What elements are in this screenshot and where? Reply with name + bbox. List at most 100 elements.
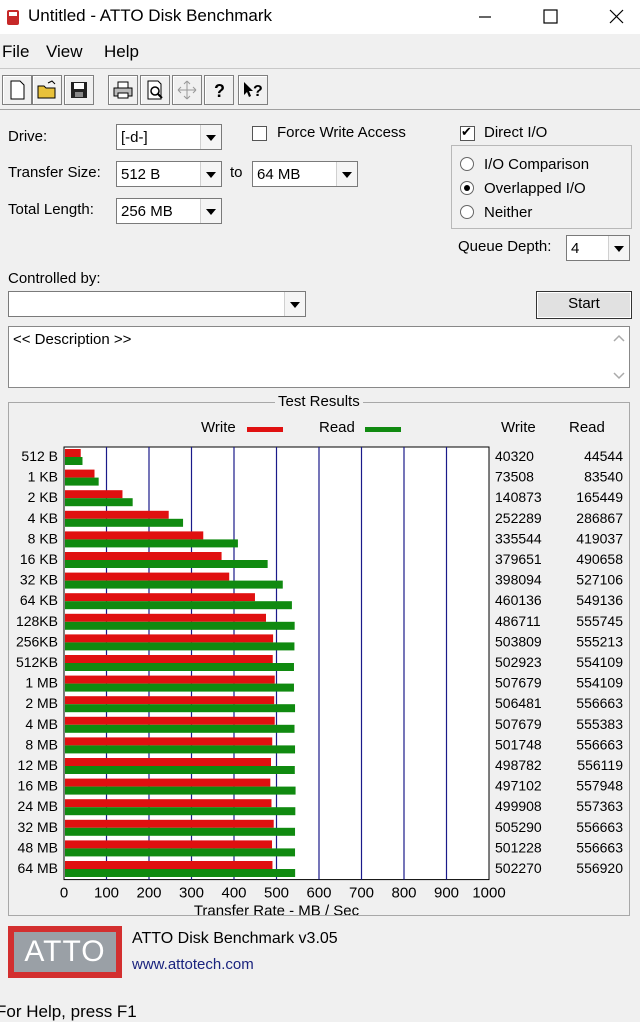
y-tick-label: 4 MB [25,716,58,732]
start-button[interactable]: Start [536,291,632,319]
write-value: 499908 [495,798,542,814]
write-value: 502923 [495,654,542,670]
maximize-icon [543,9,558,24]
read-value: 490658 [576,551,623,567]
read-value: 83540 [584,469,623,485]
y-tick-label: 64 MB [18,860,58,876]
y-tick-label: 1 KB [28,469,58,485]
read-value: 555383 [576,716,623,732]
read-value: 286867 [576,510,623,526]
y-tick-label: 2 MB [25,695,58,711]
y-tick-label: 16 MB [18,778,58,794]
save-button[interactable] [64,75,94,105]
minimize-icon [479,16,491,18]
queue-depth-select[interactable]: 4 [566,235,630,261]
read-bar [65,642,295,651]
force-write-checkbox[interactable] [252,126,267,141]
neither-label: Neither [484,204,533,221]
write-value: 503809 [495,633,542,649]
maximize-button[interactable] [525,0,575,34]
print-preview-button[interactable] [140,75,170,105]
read-value: 554109 [576,675,623,691]
chevron-down-icon [336,162,357,186]
status-text: For Help, press F1 [0,1002,137,1021]
write-bar [65,552,222,560]
drive-label: Drive: [8,128,48,145]
direct-io-checkbox[interactable] [460,124,475,141]
svg-text:?: ? [214,81,225,101]
write-value: 498782 [495,757,542,773]
menu-help[interactable]: Help [104,42,139,62]
write-value: 501228 [495,839,542,855]
y-tick-label: 256KB [16,633,58,649]
controlled-by-select[interactable] [8,291,306,317]
write-bar [65,531,204,540]
write-value: 506481 [495,695,542,711]
y-tick-label: 512 B [21,448,58,464]
menu-file[interactable]: File [2,42,29,62]
new-file-icon [10,80,25,100]
write-bar [65,655,273,663]
write-value: 501748 [495,736,542,752]
to-label: to [230,164,243,181]
total-length-select[interactable]: 256 MB [116,198,222,224]
read-value: 527106 [576,572,623,588]
help-button[interactable]: ? [204,75,234,105]
read-value: 44544 [584,448,623,464]
y-tick-label: 16 KB [20,551,58,567]
transfer-size-from-select[interactable]: 512 B [116,161,222,187]
write-value: 505290 [495,819,542,835]
read-value: 557948 [576,778,623,794]
print-button[interactable] [108,75,138,105]
write-bar [65,840,273,849]
description-scrollbar[interactable] [609,327,629,387]
write-bar [65,861,273,869]
write-bar [65,593,255,602]
open-button[interactable] [32,75,62,105]
neither-radio[interactable] [460,205,474,219]
y-tick-label: 48 MB [18,839,58,855]
read-bar [65,457,83,465]
read-bar [65,807,296,816]
context-help-button[interactable]: ? [238,75,268,105]
title-bar[interactable]: Untitled - ATTO Disk Benchmark [0,0,640,34]
read-bar [65,766,295,774]
x-tick-label: 300 [179,885,204,902]
x-tick-label: 700 [349,885,374,902]
read-value: 419037 [576,530,623,546]
x-tick-label: 400 [221,885,246,902]
close-button[interactable] [590,0,640,34]
y-tick-label: 24 MB [18,798,58,814]
y-tick-label: 128KB [16,613,58,629]
x-tick-label: 900 [434,885,459,902]
y-tick-label: 12 MB [18,757,58,773]
menu-view[interactable]: View [46,42,83,62]
write-value: 497102 [495,778,542,794]
io-comparison-radio[interactable] [460,157,474,171]
chevron-down-icon [200,125,221,149]
read-bar [65,683,294,692]
new-button[interactable] [2,75,32,105]
drive-select[interactable]: [-d-] [116,124,222,150]
svg-text:?: ? [253,83,263,100]
read-value: 556663 [576,736,623,752]
transfer-size-to-select[interactable]: 64 MB [252,161,358,187]
write-value: 398094 [495,572,542,588]
queue-depth-label: Queue Depth: [458,238,552,255]
description-textbox[interactable]: << Description >> [8,326,630,388]
minimize-button[interactable] [460,0,510,34]
overlapped-io-radio[interactable] [460,181,474,195]
y-tick-label: 8 KB [28,530,58,546]
read-value: 165449 [576,489,623,505]
write-bar [65,634,274,643]
write-value: 486711 [495,613,541,629]
read-bar [65,663,294,671]
help-icon: ? [214,81,225,101]
website-link[interactable]: www.attotech.com [132,956,254,973]
move-button[interactable] [172,75,202,105]
read-value: 555745 [576,613,623,629]
write-bar [65,572,230,581]
read-bar [65,869,296,877]
total-length-value: 256 MB [121,203,173,220]
read-value: 556663 [576,839,623,855]
